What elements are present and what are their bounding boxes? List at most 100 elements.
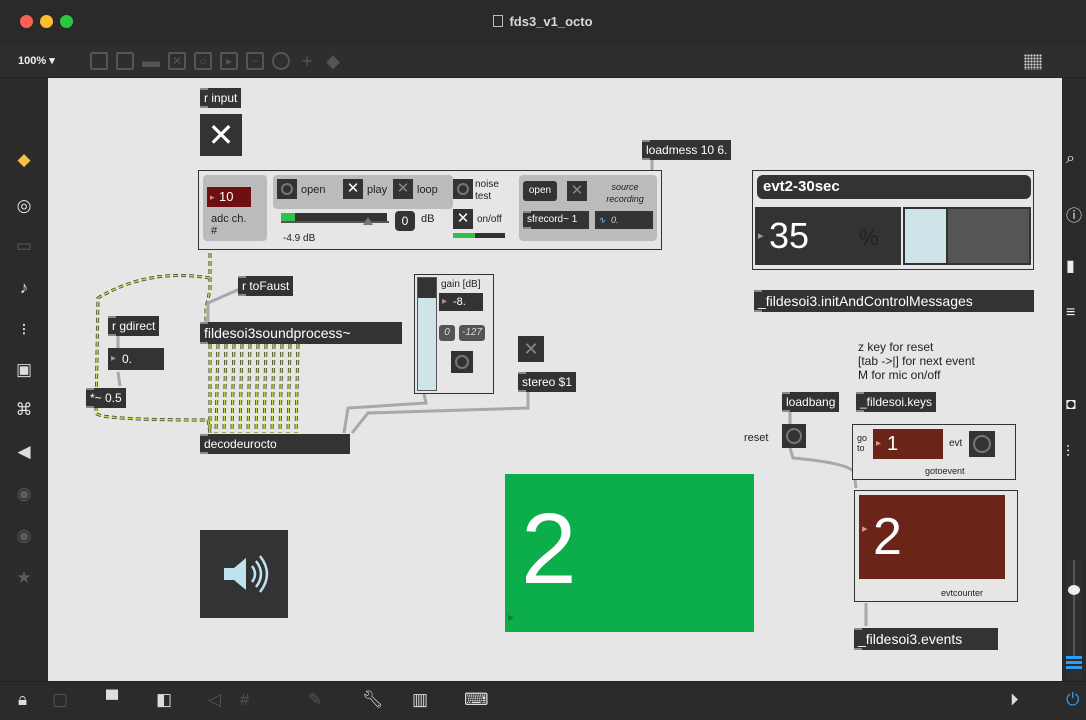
evt-label: evt [949, 438, 963, 449]
adc-bpatcher: ▸ 10 adc ch. # open ✕ play ✕ loop -4.9 dB… [198, 170, 662, 250]
zoom-menu[interactable]: 100% ▾ [18, 54, 55, 67]
noise-onoff-toggle[interactable]: ✕ [453, 209, 473, 229]
noise-test-bang[interactable] [453, 179, 473, 199]
gain-bpatcher: gain [dB] -8. 0 -127 [414, 274, 494, 394]
input-toggle[interactable]: ✕ [200, 114, 242, 156]
grid-snap-icon[interactable]: # [240, 690, 249, 710]
camera-icon[interactable]: ◘ [1066, 396, 1076, 414]
r-gdirect-object[interactable]: r gdirect [108, 316, 160, 336]
message-icon[interactable]: ▸ [220, 52, 238, 70]
mixer-icon[interactable]: ⫶ [1066, 444, 1070, 462]
mixer-play-icon[interactable]: ⏵ [1010, 690, 1019, 710]
windows-icon[interactable]: ◧ [156, 690, 172, 710]
decodeurocto-object[interactable]: decodeurocto [200, 434, 350, 454]
sfrecord-object[interactable]: sfrecord~ 1 [523, 211, 589, 229]
keys-object[interactable]: _fildesoi.keys [856, 392, 937, 412]
search-icon[interactable]: ⌕ [1066, 150, 1075, 168]
star-icon[interactable]: ★ [14, 568, 34, 588]
toolbar: 100% ▾ ▬ ✕ ○ ▸ − + ◆ [0, 44, 1086, 78]
lock-icon[interactable]: 🔒︎ [18, 690, 27, 710]
beap-icon[interactable]: ◉ [14, 526, 34, 546]
dial-icon[interactable] [272, 52, 290, 70]
r-input-object[interactable]: r input [200, 88, 242, 108]
init-control-object[interactable]: _fildesoi3.initAndControlMessages [754, 290, 1034, 312]
counter-panel-name: evtcounter [941, 588, 984, 598]
reset-label: reset [744, 432, 769, 444]
toggle-icon[interactable]: ✕ [168, 52, 186, 70]
bang-icon[interactable]: ○ [194, 52, 212, 70]
image-icon[interactable]: ▣ [14, 360, 34, 380]
soundprocess-object[interactable]: fildesoi3soundprocess~ [200, 322, 402, 344]
counter-number[interactable]: ▸ 2 [859, 495, 1005, 579]
open-file-bang[interactable] [277, 179, 297, 199]
gain-min-button[interactable]: -127 [459, 325, 485, 341]
mul-half-object[interactable]: *~ 0.5 [86, 388, 126, 408]
bottom-toolbar: 🔒︎ ▢ ▀ ◧ ◁ # ✎ 🔧︎ ▥ ⌨ ⏵ ⏻ [0, 681, 1086, 720]
stereo-message[interactable]: stereo $1 [518, 372, 577, 392]
goto-label: go to [857, 433, 868, 453]
packages-icon[interactable]: ◆ [14, 150, 34, 170]
grid-icon[interactable] [1024, 54, 1042, 70]
record-open-button[interactable]: open [523, 181, 557, 201]
columns-icon[interactable]: ▮ [1066, 256, 1075, 276]
projector-icon[interactable]: ▀ [106, 690, 118, 710]
goto-number[interactable]: ▸ 1 [873, 429, 943, 459]
r-tofaust-object[interactable]: r toFaust [238, 276, 294, 296]
record-toggle[interactable]: ✕ [567, 181, 587, 201]
paint-icon[interactable]: ◆ [324, 52, 342, 70]
gain-bang[interactable] [451, 351, 473, 373]
dac-button[interactable] [200, 530, 288, 618]
presentation-toggle-icon[interactable]: ▢ [52, 690, 68, 710]
event-number-display[interactable]: ▸ 2 [505, 474, 754, 632]
keyboard-icon[interactable]: ⌨ [464, 690, 489, 710]
adc-channel-number[interactable]: ▸ 10 [207, 187, 251, 207]
source-recording-label: source recording [606, 182, 644, 204]
window-title: fds3_v1_octo [0, 14, 1086, 29]
presentation-icon[interactable] [90, 52, 108, 70]
gain-value-number[interactable]: -8. [439, 293, 483, 311]
gain-zero-button[interactable]: 0 [439, 325, 455, 341]
db-number[interactable]: 0 [395, 211, 415, 231]
level-meter[interactable] [1066, 560, 1082, 680]
gdirect-number[interactable]: 0. [108, 348, 164, 370]
paperclip-icon[interactable]: ⌘ [14, 400, 34, 420]
events-object[interactable]: _fildesoi3.events [854, 628, 998, 650]
play-toggle[interactable]: ✕ [343, 179, 363, 199]
percent-sign: % [859, 225, 879, 250]
vizzie-icon[interactable]: ◉ [14, 484, 34, 504]
wrench-icon[interactable]: 🔧︎ [362, 690, 384, 710]
open-label: open [301, 184, 326, 196]
loadbang-object[interactable]: loadbang [782, 392, 840, 412]
gain-slider[interactable] [417, 277, 437, 391]
music-note-icon[interactable]: ♪ [14, 278, 34, 298]
stereo-toggle[interactable]: ✕ [518, 336, 544, 362]
db-label: dB [421, 213, 435, 225]
step-icon[interactable]: ⁝ [14, 320, 34, 340]
stretch-icon[interactable]: ▭ [14, 236, 34, 256]
adc-channel-label: adc ch. # [211, 213, 247, 237]
loop-toggle[interactable]: ✕ [393, 179, 413, 199]
inlet-icon[interactable]: − [246, 52, 264, 70]
piano-icon[interactable]: ▥ [412, 690, 428, 710]
power-icon[interactable]: ⏻ [1066, 690, 1079, 710]
debug-icon[interactable]: ✎ [308, 690, 322, 710]
percent-number[interactable]: ▸ 35 [755, 207, 901, 265]
left-sidebar: ◆ ◎ ▭ ♪ ⁝ ▣ ⌘ ◀ ◉ ◉ ★ [0, 78, 48, 681]
list-icon[interactable]: ≡ [1066, 304, 1075, 322]
loadmess-object[interactable]: loadmess 10 6. [642, 140, 732, 160]
add-icon[interactable]: + [298, 52, 316, 70]
goto-bang[interactable] [969, 431, 995, 457]
noise-level-meter [453, 233, 505, 238]
comment-icon[interactable]: ▬ [142, 52, 160, 70]
wave-icon: ∿ [598, 215, 606, 225]
info-icon[interactable]: ⓘ [1066, 202, 1082, 226]
target-icon[interactable]: ◎ [14, 196, 34, 216]
patcher-icon[interactable] [116, 52, 134, 70]
gain-slider-knob[interactable] [363, 217, 373, 225]
plug-icon[interactable]: ◀ [14, 442, 34, 462]
onoff-label: on/off [477, 214, 502, 225]
audio-off-icon[interactable]: ◁ [208, 690, 221, 710]
record-time-number[interactable]: ∿ 0. [595, 211, 653, 229]
reset-bang[interactable] [782, 424, 806, 448]
patcher-canvas[interactable]: r input ✕ loadmess 10 6. ▸ 10 adc ch. # o… [48, 78, 1062, 681]
